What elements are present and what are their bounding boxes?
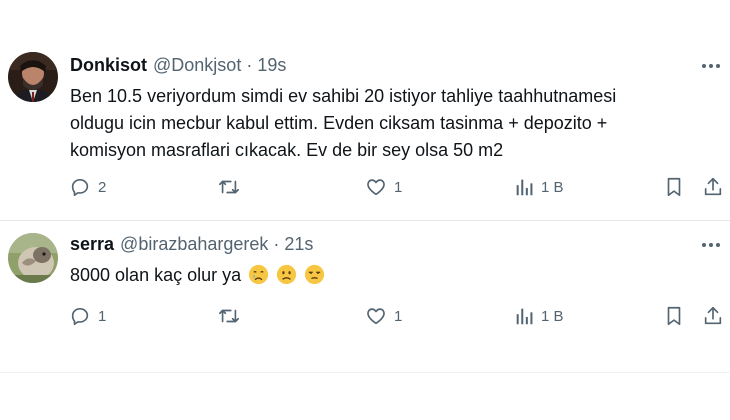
timestamp[interactable]: 19s [257, 55, 286, 76]
heart-icon [367, 308, 385, 325]
user-handle[interactable]: @Donkjsot [153, 55, 241, 76]
tweet-text: 8000 olan kaç olur ya [70, 262, 710, 289]
avatar-serra[interactable] [8, 233, 58, 283]
bookmark-icon [667, 177, 681, 197]
tweet-header: Donkisot @Donkjsot · 19s [70, 55, 286, 76]
retweet-icon [219, 309, 239, 323]
tweet-serra[interactable]: serra @birazbahargerek · 21s 8000 olan k… [0, 221, 730, 371]
tweet-text-line: komisyon masraflari cıkacak. Ev de bir s… [70, 140, 504, 160]
tweet-text-line: 8000 olan kaç olur ya [70, 262, 710, 289]
tweet-text-line: Ben 10.5 veriyordum simdi ev sahibi 20 i… [70, 86, 617, 106]
reply-icon [71, 308, 89, 326]
more-options-icon[interactable] [702, 243, 720, 247]
retweet-icon [219, 180, 239, 194]
reply-count: 1 [98, 307, 107, 325]
separator-dot: · [246, 55, 253, 75]
unamused-face-icon [305, 264, 325, 285]
display-name[interactable]: serra [70, 234, 114, 255]
like-count: 1 [394, 178, 403, 196]
share-button[interactable] [702, 176, 724, 198]
share-icon [704, 306, 722, 325]
more-options-icon[interactable] [702, 64, 720, 68]
like-button[interactable]: 1 [365, 305, 402, 327]
bookmark-button[interactable] [664, 305, 684, 327]
user-handle[interactable]: @birazbahargerek [120, 234, 268, 255]
views-button[interactable]: 1 B [514, 176, 564, 198]
crying-face-icon [249, 264, 269, 285]
heart-icon [367, 179, 385, 196]
analytics-icon [516, 308, 533, 325]
reply-button[interactable]: 1 [69, 305, 106, 327]
retweet-button[interactable] [217, 176, 248, 198]
tweet-text-line: oldugu icin mecbur kabul ettim. Evden ci… [70, 113, 608, 133]
tweet-divider [0, 372, 730, 373]
share-button[interactable] [702, 305, 724, 327]
like-count: 1 [394, 307, 403, 325]
bookmark-icon [667, 306, 681, 326]
like-button[interactable]: 1 [365, 176, 402, 198]
action-bar: 2 1 1 B [0, 176, 730, 200]
reply-icon [71, 179, 89, 197]
separator-dot: · [273, 234, 280, 254]
tweet-donkisot[interactable]: Donkisot @Donkjsot · 19s Ben 10.5 veriyo… [0, 0, 730, 220]
retweet-button[interactable] [217, 305, 248, 327]
view-count: 1 B [541, 307, 564, 325]
avatar-donkisot[interactable] [8, 52, 58, 102]
tweet-header: serra @birazbahargerek · 21s [70, 234, 313, 255]
action-bar: 1 1 1 B [0, 305, 730, 329]
timestamp[interactable]: 21s [284, 234, 313, 255]
analytics-icon [516, 179, 533, 196]
display-name[interactable]: Donkisot [70, 55, 147, 76]
tweet-text-content: 8000 olan kaç olur ya [70, 265, 242, 285]
view-count: 1 B [541, 178, 564, 196]
views-button[interactable]: 1 B [514, 305, 564, 327]
reply-button[interactable]: 2 [69, 176, 106, 198]
slightly-frowning-face-icon [277, 264, 297, 285]
share-icon [704, 177, 722, 196]
reply-count: 2 [98, 178, 107, 196]
tweet-text: Ben 10.5 veriyordum simdi ev sahibi 20 i… [70, 83, 710, 164]
bookmark-button[interactable] [664, 176, 684, 198]
